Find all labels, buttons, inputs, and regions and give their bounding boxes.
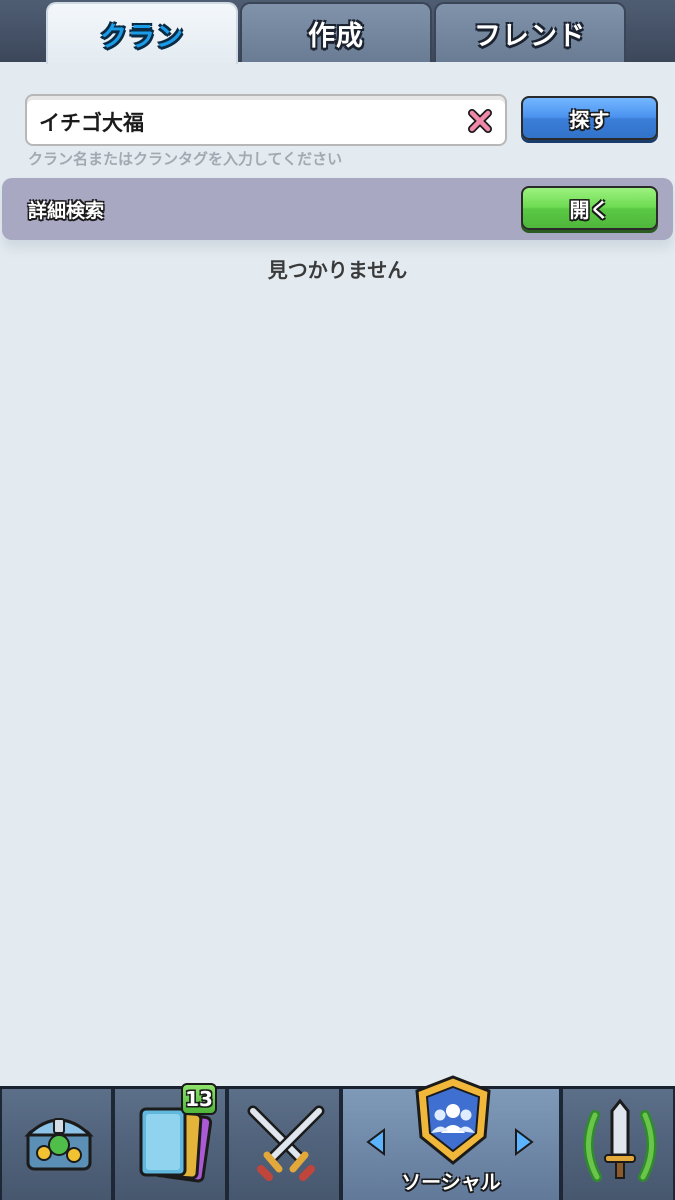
search-input-value: イチゴ大福 bbox=[39, 111, 144, 135]
shop-chest-icon bbox=[24, 1118, 94, 1171]
social-next-arrow-icon[interactable] bbox=[514, 1128, 534, 1156]
advanced-search-label: 詳細検索 bbox=[28, 200, 105, 222]
laurel-sword-icon bbox=[583, 1098, 657, 1182]
tab-create[interactable]: 作成 bbox=[240, 2, 432, 62]
tab-friends[interactable]: フレンド bbox=[434, 2, 626, 62]
nav-battle[interactable] bbox=[227, 1089, 341, 1200]
social-shield-icon bbox=[415, 1075, 491, 1165]
no-results-text: 見つかりません bbox=[267, 258, 408, 282]
social-prev-arrow-icon[interactable] bbox=[366, 1128, 386, 1156]
crossed-swords-icon bbox=[247, 1105, 325, 1181]
tab-clan[interactable]: クラン bbox=[46, 2, 238, 64]
search-button[interactable]: 探す bbox=[521, 96, 658, 140]
open-advanced-search-button[interactable]: 開く bbox=[521, 186, 658, 230]
clear-search-icon[interactable] bbox=[467, 108, 493, 134]
nav-shop[interactable] bbox=[0, 1089, 113, 1200]
cards-count-badge: 13 bbox=[181, 1083, 217, 1115]
nav-events[interactable] bbox=[561, 1089, 675, 1200]
search-hint: クラン名またはクランタグを入力してください bbox=[28, 150, 343, 168]
social-nav-label: ソーシャル bbox=[401, 1170, 501, 1194]
clan-search-input[interactable]: イチゴ大福 bbox=[25, 94, 507, 146]
